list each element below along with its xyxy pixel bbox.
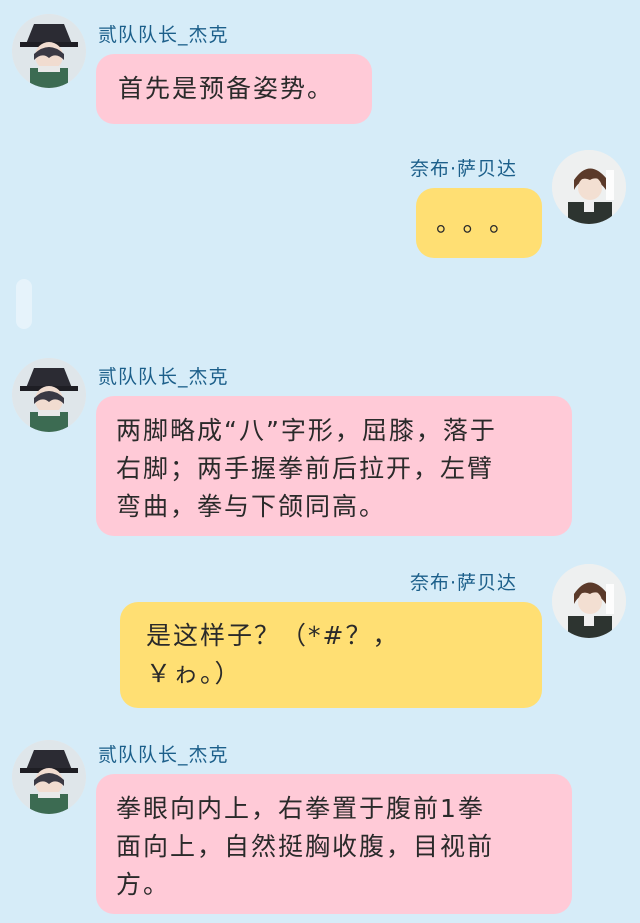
- avatar-naib[interactable]: [552, 150, 626, 224]
- avatar-jack[interactable]: [12, 14, 86, 88]
- message-text: 。。。: [436, 208, 529, 237]
- avatar-jack[interactable]: [12, 740, 86, 814]
- message-line: 方。: [116, 870, 171, 899]
- message-text: 首先是预备姿势。: [118, 74, 335, 103]
- scroll-indicator[interactable]: [16, 279, 32, 329]
- message-bubble[interactable]: 拳眼向内上，右拳置于腹前1拳 面向上，自然挺胸收腹，目视前 方。: [96, 774, 572, 914]
- message-line: 两脚略成“八”字形，屈膝，落于: [116, 416, 497, 445]
- message-line: ￥ゎ。）: [146, 659, 242, 688]
- message-bubble[interactable]: 是这样子？（*#？， ￥ゎ。）: [120, 602, 542, 708]
- message-line: 面向上，自然挺胸收腹，目视前: [116, 832, 495, 861]
- sender-name: 奈布·萨贝达: [410, 572, 518, 594]
- sender-name: 贰队队长_杰克: [98, 366, 229, 388]
- avatar-naib[interactable]: [552, 564, 626, 638]
- message-line: 弯曲，拳与下颌同高。: [116, 492, 387, 521]
- sender-name: 奈布·萨贝达: [410, 158, 518, 180]
- message-bubble[interactable]: 首先是预备姿势。: [96, 54, 372, 124]
- message-bubble[interactable]: 两脚略成“八”字形，屈膝，落于 右脚；两手握拳前后拉开，左臂 弯曲，拳与下颌同高…: [96, 396, 572, 536]
- avatar-jack[interactable]: [12, 358, 86, 432]
- message-line: 拳眼向内上，右拳置于腹前1拳: [116, 794, 485, 823]
- sender-name: 贰队队长_杰克: [98, 24, 229, 46]
- message-line: 是这样子？（*#？，: [146, 621, 400, 650]
- message-line: 右脚；两手握拳前后拉开，左臂: [116, 454, 495, 483]
- sender-name: 贰队队长_杰克: [98, 744, 229, 766]
- message-bubble[interactable]: 。。。: [416, 188, 542, 258]
